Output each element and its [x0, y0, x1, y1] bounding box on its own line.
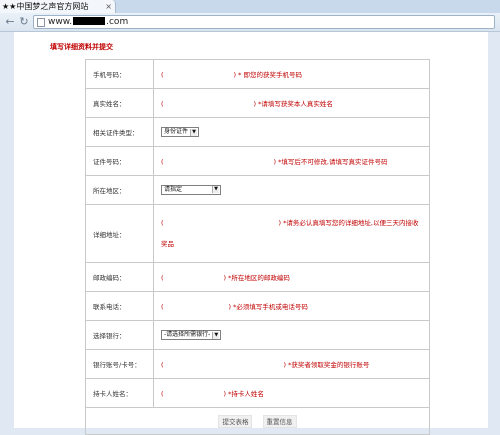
table-row: 所在地区： 请指定 ▼ — [85, 175, 430, 205]
id-type-cell: 身份证件 ▼ — [153, 117, 430, 147]
browser-toolbar: ← ↻ www. .com — [0, 13, 500, 32]
address-bar[interactable]: www. .com — [33, 15, 495, 29]
contact-phone-cell: () *必须填写手机或电话号码 — [153, 291, 430, 321]
table-row: 联系电话： () *必须填写手机或电话号码 — [85, 291, 430, 321]
bank-cell: -请选择所需银行- ▼ — [153, 320, 430, 350]
page-content: 填写详细资料并提交 手机号码： () * 即您的获奖手机号码 真实姓名： () … — [14, 32, 488, 435]
name-hint: *请填写获奖本人真实姓名 — [258, 100, 333, 108]
bank-account-hint: *获奖者领取奖金的银行账号 — [288, 361, 370, 369]
table-row: 手机号码： () * 即您的获奖手机号码 — [85, 59, 430, 89]
postal-code-hint: *所在地区的邮政编码 — [228, 274, 290, 282]
address-hint-continued: 奖品 — [161, 239, 174, 248]
table-row: 选择银行： -请选择所需银行- ▼ — [85, 320, 430, 350]
postal-code-cell: () *所在地区的邮政编码 — [153, 262, 430, 292]
id-number-input[interactable]: () — [161, 158, 276, 166]
card-holder-label: 持卡人姓名： — [85, 378, 154, 408]
id-number-label: 证件号码： — [85, 146, 154, 176]
address-label: 详细地址： — [85, 204, 154, 263]
url-prefix: www. — [48, 17, 73, 27]
id-type-label: 相关证件类型： — [85, 117, 154, 147]
bank-select[interactable]: -请选择所需银行- ▼ — [161, 330, 222, 340]
postal-code-input[interactable]: () — [161, 274, 226, 282]
reload-icon[interactable]: ↻ — [18, 16, 30, 28]
form-heading: 填写详细资料并提交 — [50, 43, 113, 51]
table-row: 真实姓名： () *请填写获奖本人真实姓名 — [85, 88, 430, 118]
info-form-table: 手机号码： () * 即您的获奖手机号码 真实姓名： () *请填写获奖本人真实… — [85, 59, 430, 435]
table-row: 相关证件类型： 身份证件 ▼ — [85, 117, 430, 147]
tab-close-icon[interactable]: × — [105, 0, 112, 13]
table-row: 银行账号/卡号： () *获奖者领取奖金的银行账号 — [85, 349, 430, 379]
url-suffix: .com — [106, 17, 129, 27]
region-label: 所在地区： — [85, 175, 154, 205]
button-cell: 提交表格 重置信息 — [85, 407, 430, 435]
bank-account-label: 银行账号/卡号： — [85, 349, 154, 379]
phone-hint: * 即您的获奖手机号码 — [238, 71, 302, 79]
phone-label: 手机号码： — [85, 59, 154, 89]
dropdown-arrow-icon: ▼ — [212, 332, 220, 339]
name-input[interactable]: () — [161, 100, 256, 108]
address-hint: *请务必认真填写您的详细地址,以便三天内接收 — [283, 218, 419, 227]
dropdown-arrow-icon: ▼ — [190, 129, 198, 136]
phone-cell: () * 即您的获奖手机号码 — [153, 59, 430, 89]
phone-input[interactable]: () — [161, 71, 236, 79]
dropdown-arrow-icon: ▼ — [212, 186, 219, 193]
card-holder-input[interactable]: () — [161, 390, 226, 398]
address-input[interactable]: () — [161, 217, 281, 230]
bank-account-input[interactable]: () — [161, 361, 286, 369]
table-row: 详细地址： () *请务必认真填写您的详细地址,以便三天内接收 奖品 — [85, 204, 430, 263]
id-type-select[interactable]: 身份证件 ▼ — [161, 127, 200, 137]
reset-button[interactable]: 重置信息 — [262, 414, 297, 428]
button-row: 提交表格 重置信息 — [85, 407, 430, 435]
contact-phone-hint: *必须填写手机或电话号码 — [233, 303, 308, 311]
contact-phone-input[interactable]: () — [161, 303, 231, 311]
id-number-cell: () *填写后不可修改,请填写真实证件号码 — [153, 146, 430, 176]
back-arrow-icon[interactable]: ← — [4, 16, 16, 28]
url-redaction — [73, 17, 106, 25]
submit-button[interactable]: 提交表格 — [218, 414, 253, 428]
address-cell: () *请务必认真填写您的详细地址,以便三天内接收 奖品 — [153, 204, 430, 263]
tab-bar: ★★中国梦之声官方网站 × — [0, 0, 500, 13]
postal-code-label: 邮政编码： — [85, 262, 154, 292]
table-row: 邮政编码： () *所在地区的邮政编码 — [85, 262, 430, 292]
browser-tab[interactable]: ★★中国梦之声官方网站 × — [0, 0, 116, 13]
bank-account-cell: () *获奖者领取奖金的银行账号 — [153, 349, 430, 379]
page-icon — [37, 18, 45, 27]
card-holder-hint: *持卡人姓名 — [228, 390, 264, 398]
table-row: 证件号码： () *填写后不可修改,请填写真实证件号码 — [85, 146, 430, 176]
region-cell: 请指定 ▼ — [153, 175, 430, 205]
id-number-hint: *填写后不可修改,请填写真实证件号码 — [278, 158, 388, 166]
name-label: 真实姓名： — [85, 88, 154, 118]
tab-title: ★★中国梦之声官方网站 — [2, 2, 89, 11]
table-row: 持卡人姓名： () *持卡人姓名 — [85, 378, 430, 408]
card-holder-cell: () *持卡人姓名 — [153, 378, 430, 408]
bank-label: 选择银行： — [85, 320, 154, 350]
contact-phone-label: 联系电话： — [85, 291, 154, 321]
region-select[interactable]: 请指定 ▼ — [161, 185, 221, 195]
name-cell: () *请填写获奖本人真实姓名 — [153, 88, 430, 118]
